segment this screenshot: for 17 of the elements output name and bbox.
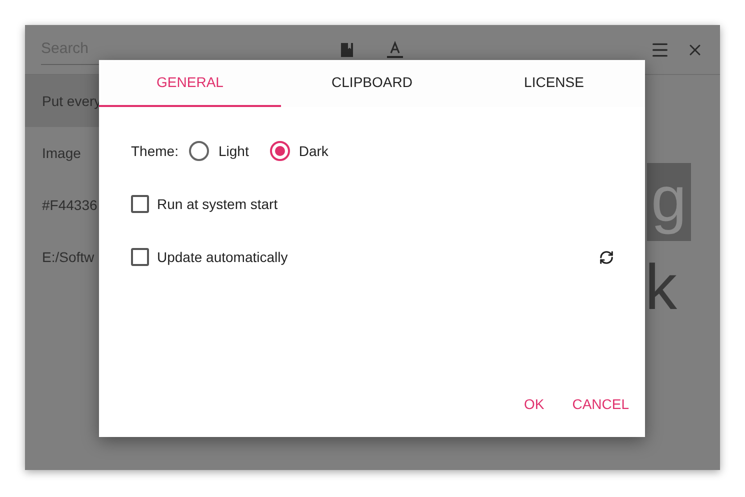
radio-button[interactable] — [189, 141, 210, 161]
checkbox[interactable] — [131, 195, 149, 213]
preview-letter: k — [644, 255, 678, 319]
tab[interactable]: LICENSE — [463, 60, 645, 107]
refresh-icon[interactable] — [599, 250, 614, 264]
dialog-button[interactable]: CANCEL — [564, 388, 637, 421]
tab[interactable]: GENERAL — [99, 60, 281, 107]
dialog-button[interactable]: OK — [516, 388, 552, 421]
checkbox-label: Run at system start — [157, 194, 278, 214]
radio-option[interactable]: Light — [189, 140, 249, 162]
radio-option[interactable]: Dark — [270, 140, 328, 162]
checkbox-label: Update automatically — [157, 248, 288, 267]
text-format-icon[interactable] — [386, 40, 404, 58]
radio-button[interactable] — [270, 141, 290, 161]
checkbox[interactable] — [131, 248, 149, 266]
bookmark-book-icon[interactable] — [340, 42, 354, 58]
theme-label: Theme: — [131, 142, 178, 160]
